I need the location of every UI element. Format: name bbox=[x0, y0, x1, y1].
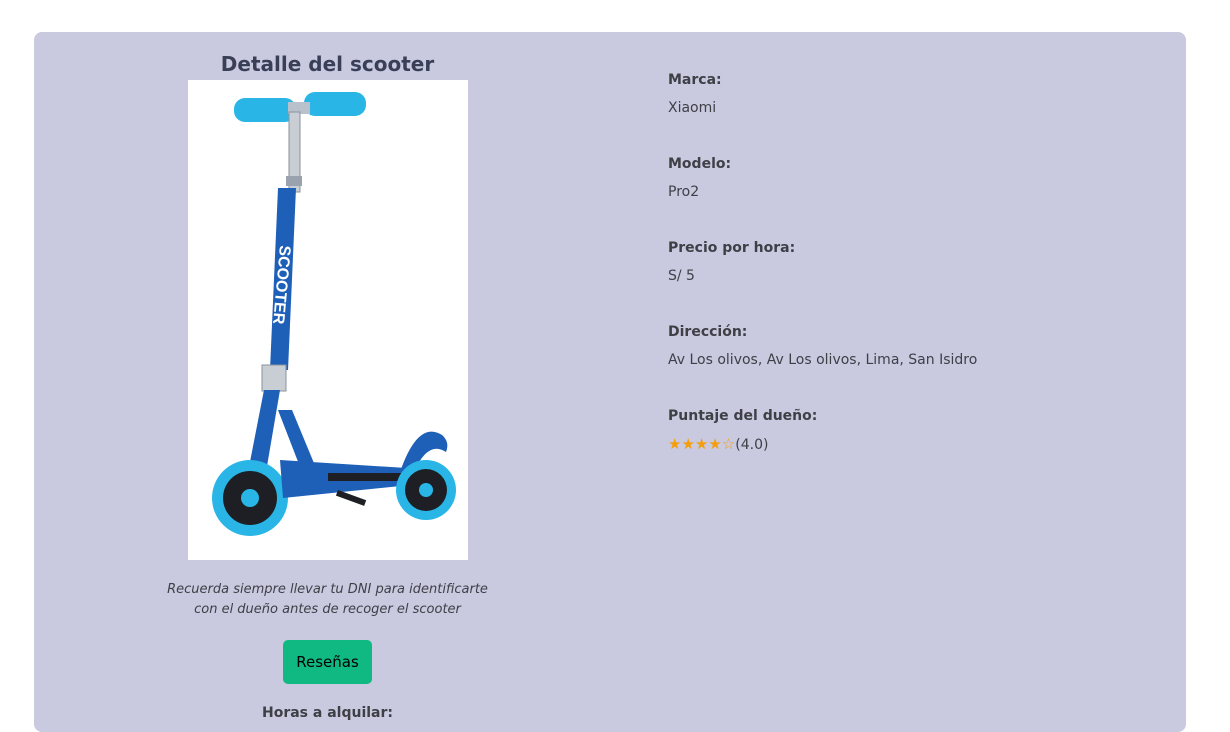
dni-reminder-note: Recuerda siempre llevar tu DNI para iden… bbox=[154, 580, 501, 620]
scooter-photo: SCOOTER bbox=[188, 80, 468, 560]
note-line-2: con el dueño antes de recoger el scooter bbox=[194, 602, 461, 617]
address-label: Dirección: bbox=[668, 324, 748, 340]
star-rating-icon: ★★★★☆ bbox=[668, 435, 736, 453]
owner-score-label: Puntaje del dueño: bbox=[668, 408, 818, 424]
front-fork bbox=[248, 390, 280, 472]
page-title: Detalle del scooter bbox=[220, 52, 435, 76]
note-line-1: Recuerda siempre llevar tu DNI para iden… bbox=[167, 582, 488, 597]
price-value: S/ 5 bbox=[668, 268, 695, 284]
right-grip bbox=[304, 92, 366, 116]
address-value: Av Los olivos, Av Los olivos, Lima, San … bbox=[668, 352, 978, 368]
scooter-detail-panel: Detalle del scooter SCOOTER Recuerda sie… bbox=[34, 32, 1186, 732]
folding-joint bbox=[261, 364, 287, 392]
left-grip bbox=[234, 98, 296, 122]
kickstand bbox=[335, 490, 367, 506]
price-label: Precio por hora: bbox=[668, 240, 796, 256]
price-field: Precio por hora: S/ 5 bbox=[668, 238, 1148, 322]
owner-score-text: (4.0) bbox=[735, 437, 769, 453]
scooter-info-column: Marca: Xiaomi Modelo: Pro2 Precio por ho… bbox=[668, 70, 1148, 490]
owner-rating: ★★★★☆(4.0) bbox=[668, 434, 1148, 455]
hours-to-rent-label: Horas a alquilar: bbox=[262, 705, 393, 721]
reviews-button[interactable]: Reseñas bbox=[283, 640, 372, 684]
brand-label: Marca: bbox=[668, 72, 722, 88]
model-field: Modelo: Pro2 bbox=[668, 154, 1148, 238]
stem-clamp bbox=[286, 176, 302, 186]
address-field: Dirección: Av Los olivos, Av Los olivos,… bbox=[668, 322, 1148, 406]
model-label: Modelo: bbox=[668, 156, 732, 172]
scooter-illustration: SCOOTER bbox=[212, 92, 456, 536]
owner-score-field: Puntaje del dueño: ★★★★☆(4.0) bbox=[668, 406, 1148, 490]
brand-value: Xiaomi bbox=[668, 100, 717, 116]
brand-field: Marca: Xiaomi bbox=[668, 70, 1148, 154]
model-value: Pro2 bbox=[668, 184, 700, 200]
scooter-left-column: Detalle del scooter SCOOTER Recuerda sie… bbox=[34, 32, 621, 732]
